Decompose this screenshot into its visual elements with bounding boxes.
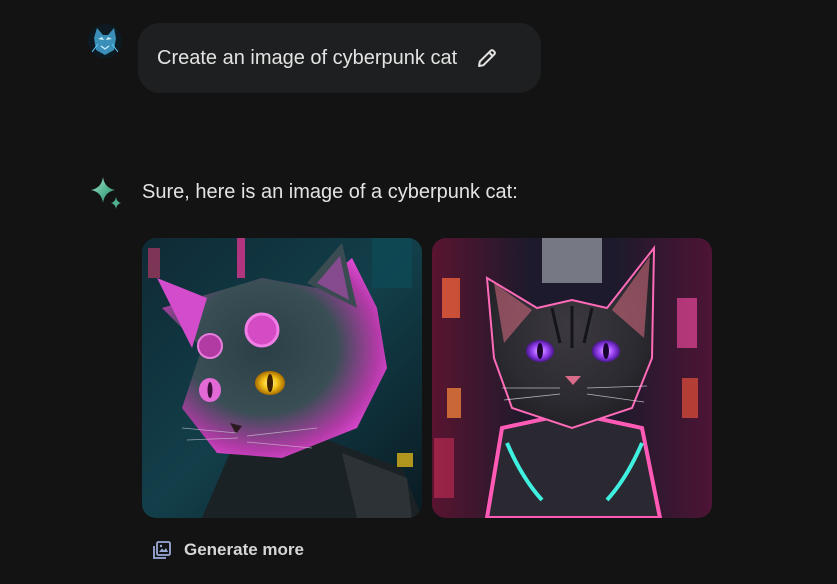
generate-more-label: Generate more [184,540,304,559]
pencil-icon[interactable] [475,46,499,70]
user-prompt-bubble: Create an image of cyberpunk cat [138,23,542,93]
image-stack-icon [152,540,172,560]
response-text: Sure, here is an image of a cyberpunk ca… [142,181,518,203]
sparkle-icon [88,174,126,212]
generate-more-button[interactable]: Generate more [152,535,304,565]
cyberpunk-cat-image-1[interactable] [142,238,422,518]
user-prompt-text: Create an image of cyberpunk cat [157,46,458,69]
cyberpunk-cat-image-2[interactable] [432,238,712,518]
user-avatar[interactable] [88,24,122,58]
